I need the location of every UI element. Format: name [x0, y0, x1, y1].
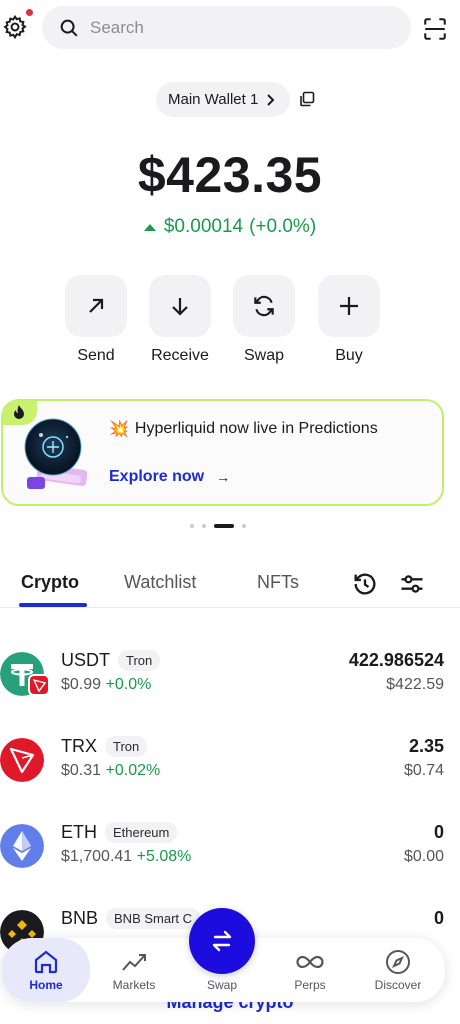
swap-button[interactable]: Swap — [233, 275, 295, 364]
price-value: $0.31 — [61, 762, 102, 779]
eth-logo-icon — [0, 824, 44, 868]
asset-price: $0.99 +0.0% — [61, 676, 151, 694]
asset-quantity: 0 — [433, 822, 444, 842]
triangle-up-icon — [143, 223, 156, 231]
asset-quantity: 2.35 — [408, 736, 444, 756]
asset-row-trx[interactable]: TRX Tron $0.31 +0.02% 2.35 $0.74 — [0, 736, 460, 796]
nav-markets-label: Markets — [112, 978, 156, 992]
chain-badge: Tron — [118, 650, 161, 671]
wallet-name: Main Wallet 1 — [168, 91, 259, 108]
change-amount: $0.00014 — [163, 216, 244, 237]
asset-tabs: Crypto Watchlist NFTs — [0, 570, 460, 608]
swap-icon-box — [233, 275, 295, 337]
gear-icon[interactable] — [2, 14, 28, 40]
carousel-dot-active[interactable] — [214, 524, 234, 528]
buy-icon-box — [318, 275, 380, 337]
promo-title: 💥 Hyperliquid now live in Predictions — [109, 419, 378, 439]
nav-swap-label: Swap — [206, 978, 238, 992]
arrow-down-icon — [172, 298, 188, 316]
crystal-ball-illustration — [24, 418, 88, 489]
buy-label: Buy — [335, 347, 363, 364]
explore-now-link[interactable]: Explore now → — [109, 468, 230, 486]
asset-row-eth[interactable]: ETH Ethereum $1,700.41 +5.08% 0 $0.00 — [0, 822, 460, 882]
change-percent: (+0.0%) — [249, 216, 317, 237]
price-change: +0.02% — [105, 762, 161, 779]
chain-badge: Ethereum — [105, 822, 178, 843]
price-change: +0.0% — [105, 676, 152, 693]
nav-perps-label: Perps — [294, 978, 326, 992]
arrow-right-icon: → — [216, 469, 231, 485]
asset-value: $0.00 — [403, 848, 444, 865]
chain-badge: BNB Smart C — [106, 908, 201, 929]
send-button[interactable]: Send — [65, 275, 127, 364]
infinity-icon — [296, 955, 324, 969]
asset-quantity: 422.986524 — [348, 650, 444, 670]
active-tab-indicator — [19, 603, 87, 607]
asset-value: $0.74 — [403, 762, 444, 779]
search-icon — [60, 19, 78, 37]
asset-price: $0.31 +0.02% — [61, 762, 160, 780]
asset-price: $1,700.41 +5.08% — [61, 848, 191, 866]
plus-icon — [340, 297, 358, 315]
trend-chart-icon — [122, 954, 146, 971]
send-icon-box — [65, 275, 127, 337]
price-value: $0.99 — [61, 676, 102, 693]
nav-perps[interactable]: Perps — [266, 938, 354, 1002]
tab-crypto[interactable]: Crypto — [21, 572, 79, 593]
asset-symbol: USDT — [61, 650, 110, 670]
promo-title-text: Hyperliquid now live in Predictions — [134, 420, 378, 437]
asset-quantity: 0 — [433, 908, 444, 928]
scan-icon[interactable] — [422, 16, 448, 42]
asset-row-usdt[interactable]: USDT Tron $0.99 +0.0% 422.986524 $422.59 — [0, 650, 460, 710]
balance-change: $0.00014 (+0.0%) — [0, 216, 460, 238]
trx-logo-icon — [0, 738, 44, 782]
asset-name: BNB BNB Smart C — [61, 908, 201, 929]
total-balance: $423.35 — [137, 147, 323, 203]
nav-markets[interactable]: Markets — [90, 938, 178, 1002]
arrow-up-right-icon — [89, 298, 104, 313]
chevron-right-icon — [267, 93, 275, 106]
asset-symbol: BNB — [61, 908, 99, 928]
tab-watchlist[interactable]: Watchlist — [124, 572, 196, 593]
nav-home-label: Home — [29, 978, 63, 992]
asset-symbol: ETH — [61, 822, 97, 842]
nav-home[interactable]: Home — [2, 938, 90, 1002]
search-placeholder: Search — [90, 17, 144, 37]
tron-chain-badge-icon — [28, 674, 50, 696]
filter-sliders-icon[interactable] — [398, 570, 426, 598]
collision-emoji: 💥 — [109, 421, 129, 438]
swap-icon — [254, 295, 274, 317]
swap-arrows-icon — [212, 930, 232, 952]
asset-name: USDT Tron — [61, 650, 161, 671]
search-input[interactable]: Search — [42, 6, 411, 49]
buy-button[interactable]: Buy — [318, 275, 380, 364]
header: Search — [0, 0, 460, 60]
promo-banner[interactable]: 💥 Hyperliquid now live in Predictions Ex… — [1, 399, 444, 506]
nav-discover[interactable]: Discover — [354, 938, 442, 1002]
copy-icon[interactable] — [298, 90, 316, 108]
swap-fab-button[interactable] — [189, 908, 255, 974]
nav-discover-label: Discover — [374, 978, 422, 992]
receive-button[interactable]: Receive — [149, 275, 211, 364]
wallet-selector[interactable]: Main Wallet 1 — [156, 82, 291, 117]
carousel-indicator — [190, 524, 246, 528]
asset-value: $422.59 — [386, 676, 444, 693]
asset-name: ETH Ethereum — [61, 822, 178, 843]
tab-nfts[interactable]: NFTs — [257, 572, 299, 593]
asset-symbol: TRX — [61, 736, 97, 756]
asset-name: TRX Tron — [61, 736, 148, 757]
explore-now-label: Explore now — [109, 468, 205, 485]
compass-icon — [386, 950, 410, 974]
home-icon — [34, 950, 58, 974]
carousel-dot[interactable] — [202, 524, 206, 528]
notification-dot — [26, 9, 33, 16]
history-icon[interactable] — [351, 570, 379, 598]
price-change: +5.08% — [136, 848, 192, 865]
chain-badge: Tron — [105, 736, 148, 757]
price-value: $1,700.41 — [61, 848, 133, 865]
carousel-dot[interactable] — [242, 524, 246, 528]
carousel-dot[interactable] — [190, 524, 194, 528]
receive-icon-box — [149, 275, 211, 337]
